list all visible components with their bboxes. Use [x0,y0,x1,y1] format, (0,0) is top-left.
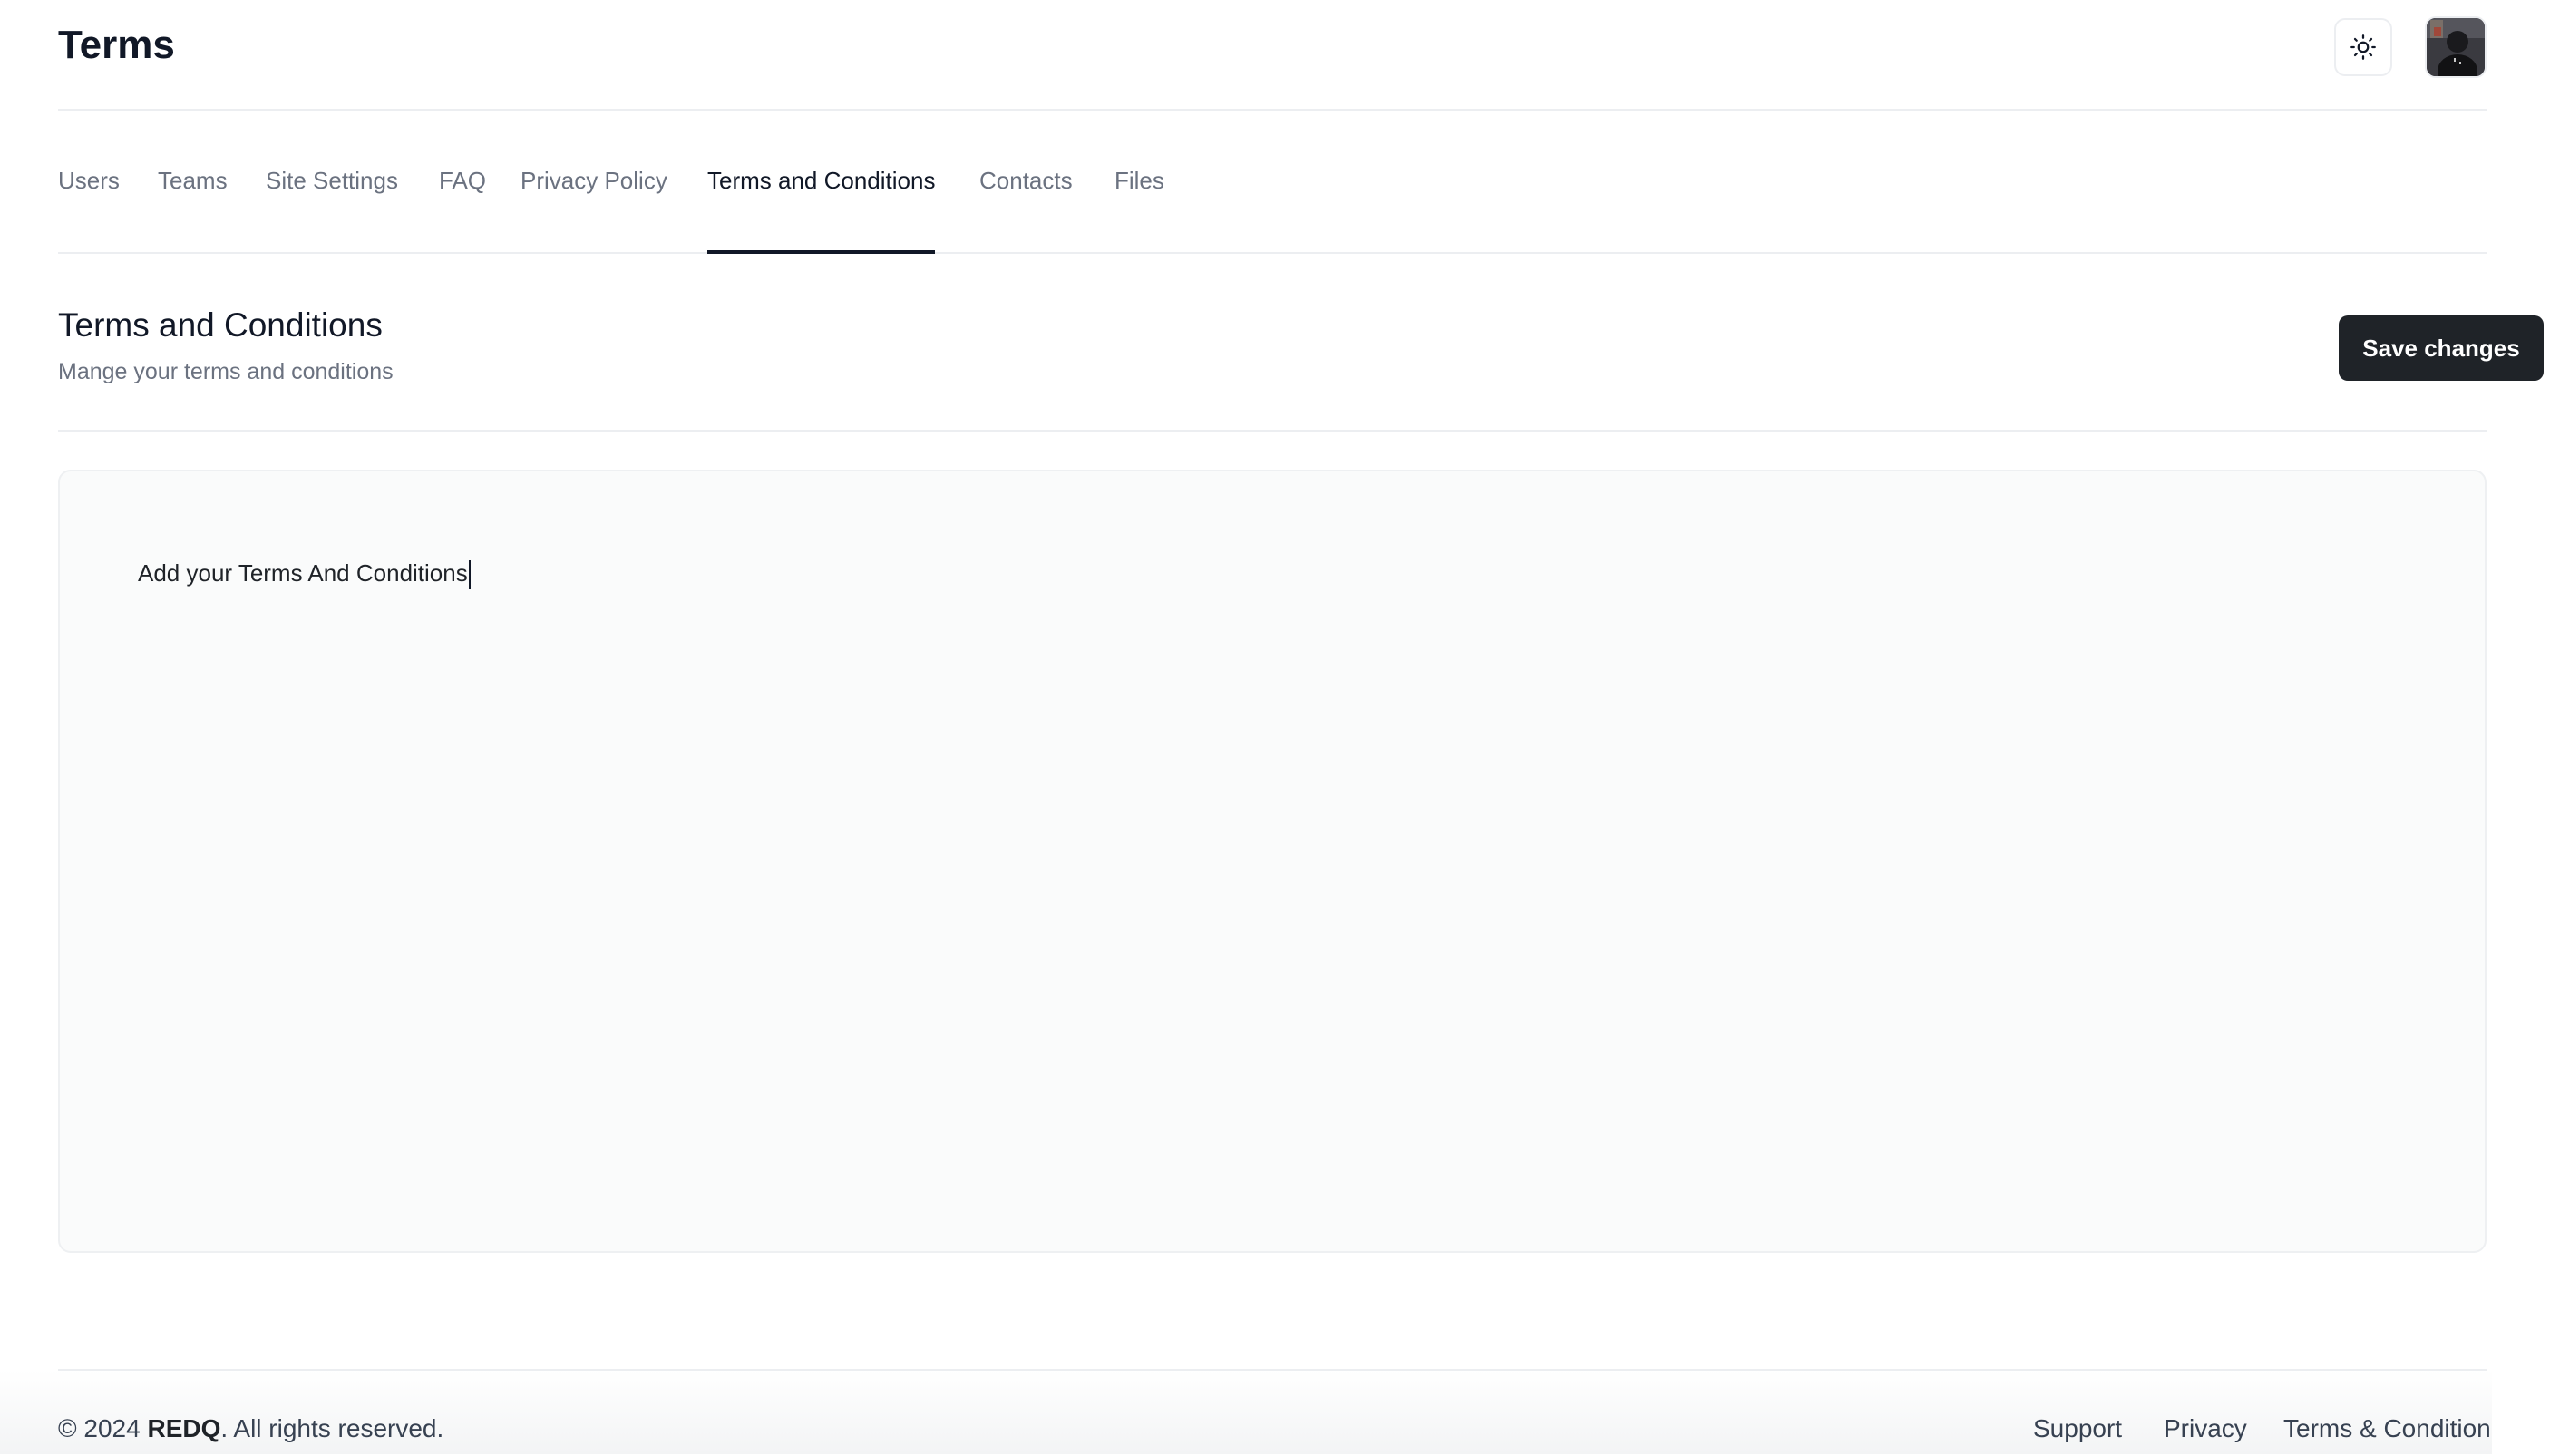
terms-editor[interactable]: Add your Terms And Conditions [58,470,2487,1253]
editor-content[interactable]: Add your Terms And Conditions [138,555,471,591]
tab-files[interactable]: Files [1114,109,1164,252]
tab-site-settings[interactable]: Site Settings [266,109,398,252]
user-avatar[interactable] [2425,16,2487,78]
tab-privacy-policy[interactable]: Privacy Policy [521,109,667,252]
page-title: Terms [58,23,175,67]
avatar-image [2427,18,2485,76]
tab-faq[interactable]: FAQ [439,109,486,252]
text-caret [468,560,471,590]
copyright-text: © 2024 REDQ. All rights reserved. [58,1411,443,1447]
tab-terms-and-conditions[interactable]: Terms and Conditions [707,109,936,254]
top-header: Terms [58,0,2487,111]
copyright-prefix: © 2024 [58,1414,141,1442]
settings-tabs: Users Teams Site Settings FAQ Privacy Po… [58,109,2487,254]
page: Terms Users Teams Site Settings FAQ Priv… [58,0,2544,1456]
page-footer: © 2024 REDQ. All rights reserved. Suppor… [58,1369,2491,1456]
section-subtitle: Mange your terms and conditions [58,359,394,384]
brand-name: REDQ [147,1414,221,1442]
tab-contacts[interactable]: Contacts [979,109,1073,252]
footer-link-terms[interactable]: Terms & Condition [2283,1411,2491,1447]
save-changes-button[interactable]: Save changes [2339,315,2544,381]
footer-link-support[interactable]: Support [2033,1411,2122,1447]
editor-text: Add your Terms And Conditions [138,559,468,587]
footer-link-privacy[interactable]: Privacy [2164,1411,2247,1447]
tab-teams[interactable]: Teams [158,109,228,252]
copyright-suffix: . All rights reserved. [220,1414,444,1442]
section-title: Terms and Conditions [58,306,383,344]
tab-users[interactable]: Users [58,109,120,252]
theme-toggle-button[interactable] [2334,18,2392,76]
section-header: Terms and Conditions Mange your terms an… [58,252,2544,432]
sun-icon [2350,34,2376,60]
